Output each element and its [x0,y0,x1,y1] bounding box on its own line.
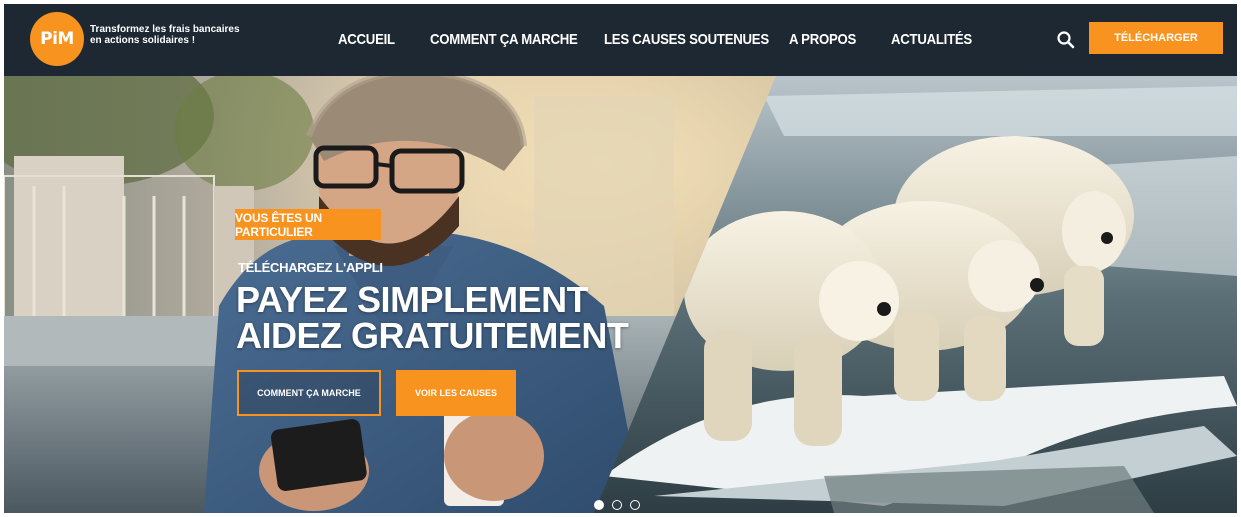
tagline-line-1: Transformez les frais bancaires [90,24,240,35]
hero-slider: VOUS ÊTES UN PARTICULIER TÉLÉCHARGEZ L'A… [4,76,1237,513]
slider-dot-2[interactable] [612,500,622,510]
nav-item-a-propos[interactable]: A PROPOS [789,31,856,48]
nav-item-accueil[interactable]: ACCUEIL [338,31,395,48]
logo-text: PiM [40,29,74,49]
slider-dot-3[interactable] [630,500,640,510]
slider-dot-1[interactable] [594,500,604,510]
slider-pagination [594,500,640,510]
particulier-badge[interactable]: VOUS ÊTES UN PARTICULIER [235,209,381,240]
download-button[interactable]: TÉLÉCHARGER [1089,22,1223,54]
how-it-works-button[interactable]: COMMENT ÇA MARCHE [237,370,381,416]
nav-item-comment-ca-marche[interactable]: COMMENT ÇA MARCHE [430,31,578,48]
page-frame: PiM Transformez les frais bancaires en a… [4,4,1237,513]
pim-logo[interactable]: PiM [30,12,84,66]
headline-line-1: PAYEZ SIMPLEMENT [236,279,589,320]
nav-item-causes-soutenues[interactable]: LES CAUSES SOUTENUES [604,31,769,48]
tagline-line-2: en actions solidaires ! [90,35,196,46]
search-icon[interactable] [1056,30,1076,50]
headline-line-2: AIDEZ GRATUITEMENT [236,315,629,356]
hero-subtitle: TÉLÉCHARGEZ L'APPLI [238,260,383,275]
hero-headline: PAYEZ SIMPLEMENT AIDEZ GRATUITEMENT [236,279,629,356]
nav-item-actualites[interactable]: ACTUALITÉS [891,31,972,48]
see-causes-button[interactable]: VOIR LES CAUSES [396,370,516,416]
brand-tagline: Transformez les frais bancaires en actio… [90,24,250,46]
top-navbar: PiM Transformez les frais bancaires en a… [4,4,1237,76]
